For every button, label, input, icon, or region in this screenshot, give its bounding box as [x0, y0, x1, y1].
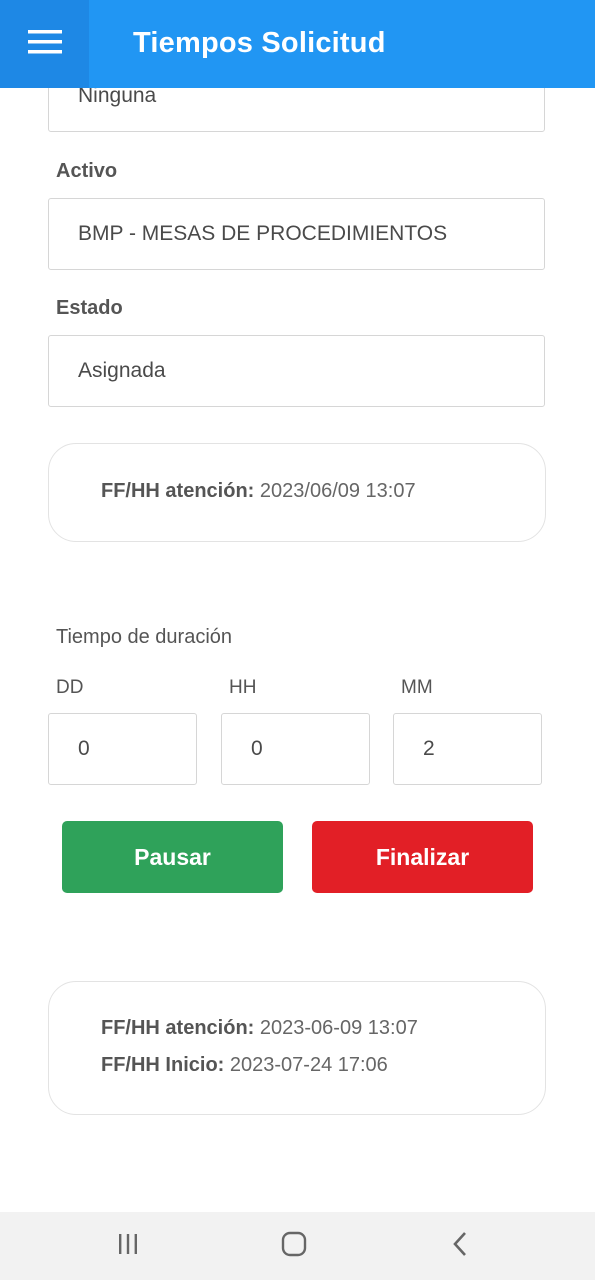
summary-start-label: FF/HH Inicio:	[101, 1054, 225, 1076]
recent-apps-button[interactable]	[88, 1212, 168, 1280]
summary-attention-value: 2023-06-09 13:07	[259, 1017, 418, 1039]
scroll-content[interactable]: Ninguna Activo BMP - MESAS DE PROCEDIMIE…	[0, 0, 595, 1212]
days-value: 0	[78, 737, 90, 760]
summary-start-line: FF/HH Inicio: 2023-07-24 17:06	[101, 1054, 388, 1077]
app-bar: Tiempos Solicitud	[0, 0, 595, 88]
activo-value: BMP - MESAS DE PROCEDIMIENTOS	[78, 222, 448, 245]
activo-label: Activo	[56, 160, 118, 182]
dd-label: DD	[56, 677, 84, 698]
home-icon	[281, 1231, 307, 1262]
estado-label: Estado	[56, 297, 123, 319]
activo-field[interactable]: BMP - MESAS DE PROCEDIMIENTOS	[48, 198, 545, 270]
estado-field[interactable]: Asignada	[48, 335, 545, 407]
pause-button[interactable]: Pausar	[62, 821, 283, 893]
attention-info-card: FF/HH atención: 2023/06/09 13:07	[48, 443, 546, 542]
hours-value: 0	[251, 737, 263, 760]
mm-label: MM	[401, 677, 433, 698]
duration-title: Tiempo de duración	[56, 626, 233, 648]
summary-card: FF/HH atención: 2023-06-09 13:07 FF/HH I…	[48, 981, 546, 1115]
finish-button[interactable]: Finalizar	[312, 821, 533, 893]
minutes-value: 2	[423, 737, 435, 760]
minutes-input[interactable]: 2	[393, 713, 542, 785]
estado-value: Asignada	[78, 359, 166, 382]
attention-value: 2023/06/09 13:07	[259, 480, 416, 502]
summary-attention-label: FF/HH atención:	[101, 1017, 255, 1039]
summary-attention-line: FF/HH atención: 2023-06-09 13:07	[101, 1017, 418, 1040]
system-navigation-bar	[0, 1212, 595, 1280]
recent-apps-icon	[116, 1232, 140, 1261]
page-title: Tiempos Solicitud	[133, 27, 386, 59]
home-button[interactable]	[254, 1212, 334, 1280]
days-input[interactable]: 0	[48, 713, 197, 785]
hh-label: HH	[229, 677, 257, 698]
back-button[interactable]	[421, 1212, 501, 1280]
hours-input[interactable]: 0	[221, 713, 370, 785]
back-icon	[451, 1231, 471, 1262]
attention-label: FF/HH atención:	[101, 480, 255, 502]
menu-button[interactable]	[0, 0, 89, 88]
hamburger-menu-icon	[27, 29, 62, 60]
summary-start-value: 2023-07-24 17:06	[229, 1054, 388, 1076]
attention-line: FF/HH atención: 2023/06/09 13:07	[101, 480, 416, 503]
